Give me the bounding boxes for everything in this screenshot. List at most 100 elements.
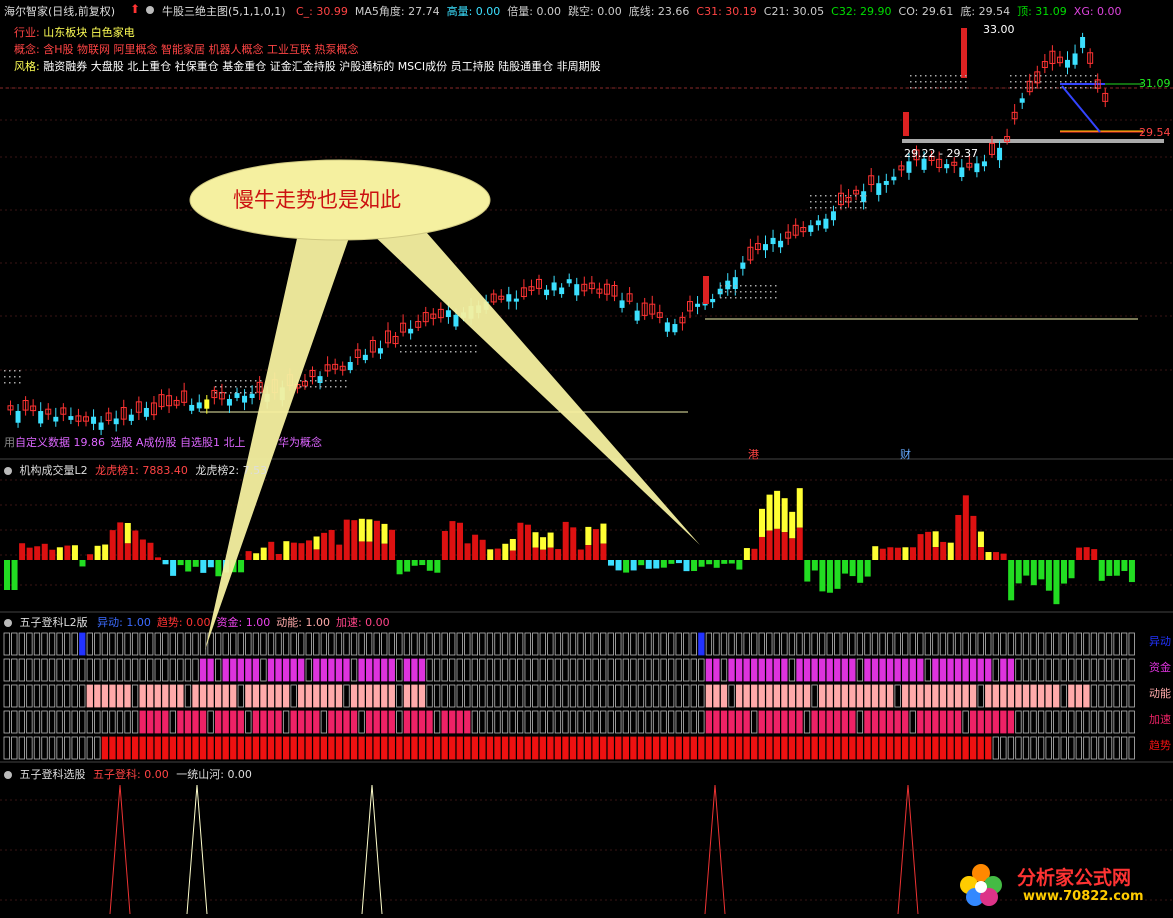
annotation-bubble — [189, 159, 700, 650]
signal-cell — [275, 736, 282, 760]
signal-cell — [811, 658, 818, 682]
signal-cell — [1022, 632, 1030, 656]
signal-cell — [668, 736, 675, 760]
signal-cell — [1113, 710, 1120, 734]
signal-cell — [796, 658, 803, 682]
chip-dot — [845, 195, 847, 197]
signal-cell — [418, 658, 426, 682]
chip-dot — [1045, 87, 1047, 89]
volume-bar — [1106, 560, 1113, 576]
signal-cell — [290, 632, 297, 656]
candle-body — [506, 294, 512, 302]
signal-cell — [517, 632, 524, 656]
signal-cell — [781, 684, 788, 708]
signal-cell — [494, 684, 501, 708]
signal-cell — [94, 684, 101, 708]
candle-body — [997, 147, 1003, 161]
signal-cell — [64, 710, 71, 734]
signal-cell — [177, 658, 184, 682]
signal-cell — [864, 736, 871, 760]
signal-cell — [486, 658, 494, 682]
signal-cell — [328, 710, 335, 734]
volume-bar — [1000, 553, 1007, 560]
volume-bar — [509, 538, 516, 551]
chip-dot — [430, 345, 432, 347]
chip-dot — [775, 297, 777, 299]
candle-body — [362, 354, 368, 361]
select-indicator-name[interactable]: 五子登科选股 — [20, 768, 86, 781]
signal-cell — [11, 710, 18, 734]
signal-cell — [79, 632, 86, 656]
volume-bar — [540, 537, 547, 550]
signal-cell — [962, 710, 969, 734]
signal-cell — [788, 658, 796, 682]
candle-body — [113, 418, 119, 425]
signal-cell — [766, 710, 773, 734]
pane-settings-icon[interactable] — [4, 619, 12, 627]
chip-dot — [725, 285, 727, 287]
signal-cell — [494, 658, 501, 682]
signal-cell — [433, 658, 441, 682]
signal-cell — [139, 684, 146, 708]
volume-bar — [524, 524, 531, 560]
chip-dot — [770, 297, 772, 299]
volume-bar — [774, 490, 781, 529]
signal-cell — [1113, 684, 1120, 708]
signal-cell — [11, 684, 18, 708]
signal-cell — [683, 658, 690, 682]
signal-cell — [305, 736, 312, 760]
pane-settings-icon[interactable] — [4, 467, 12, 475]
signal-cell — [388, 710, 395, 734]
signal-cell — [282, 632, 290, 656]
signal-cell — [381, 710, 388, 734]
candle-body — [944, 164, 950, 169]
volume-bar — [139, 539, 146, 560]
volume-bar — [268, 541, 275, 560]
signal-cell — [803, 710, 811, 734]
chip-dot — [755, 291, 757, 293]
volume-bar — [517, 522, 524, 560]
signal-cell — [992, 632, 999, 656]
chip-dot — [1080, 75, 1082, 77]
candle-body — [377, 348, 383, 354]
signal-cell — [728, 736, 735, 760]
volume-bar — [774, 528, 781, 560]
signal-cell — [1113, 658, 1120, 682]
signal-cell — [305, 684, 312, 708]
five-indicator-name[interactable]: 五子登科L2版 — [20, 616, 88, 629]
volume-indicator-name[interactable]: 机构成交量L2 — [20, 464, 88, 477]
candle-body — [1019, 98, 1025, 103]
signal-cell — [245, 736, 252, 760]
signal-cell — [109, 632, 116, 656]
chip-dot — [470, 351, 472, 353]
signal-cell — [622, 684, 629, 708]
volume-bar — [207, 560, 214, 568]
chip-dot — [1070, 81, 1072, 83]
signal-cell — [1022, 710, 1030, 734]
chip-dot — [300, 386, 302, 388]
volume-bar — [26, 547, 33, 560]
signal-cell — [690, 658, 697, 682]
signal-cell — [26, 684, 33, 708]
signal-cell — [501, 632, 509, 656]
signal-cell — [509, 710, 516, 734]
chip-dot — [14, 382, 16, 384]
signal-cell — [381, 632, 388, 656]
chip-dot — [465, 345, 467, 347]
chip-dot — [245, 392, 247, 394]
signal-cell — [954, 632, 962, 656]
chip-dot — [1030, 81, 1032, 83]
chip-dot — [910, 81, 912, 83]
chip-dot — [1060, 87, 1062, 89]
chip-dot — [1080, 87, 1082, 89]
pane-settings-icon[interactable] — [4, 771, 12, 779]
signal-cell — [1060, 684, 1067, 708]
chip-dot — [19, 370, 21, 372]
signal-cell — [584, 632, 592, 656]
volume-bar — [298, 543, 305, 560]
volume-bar — [721, 560, 728, 564]
signal-cell — [162, 658, 169, 682]
signal-cell — [864, 684, 871, 708]
signal-cell — [320, 684, 328, 708]
signal-cell — [1083, 684, 1090, 708]
